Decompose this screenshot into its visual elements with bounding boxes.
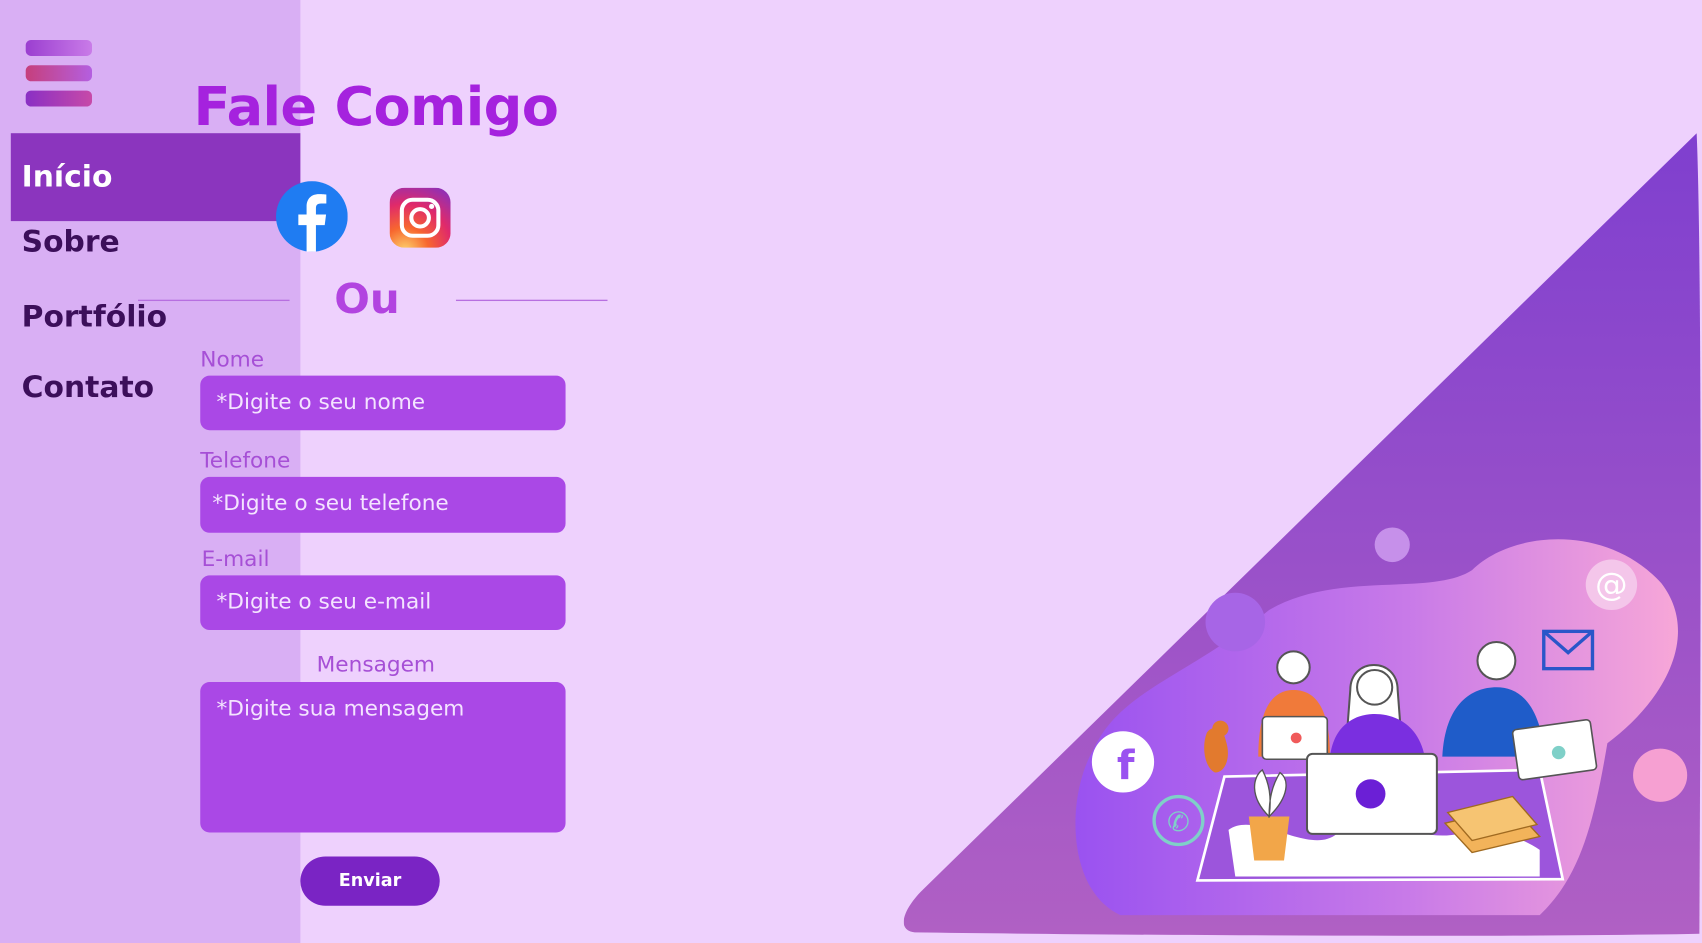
or-label: Ou xyxy=(334,275,400,324)
name-label: Nome xyxy=(200,346,265,372)
email-field[interactable]: *Digite o seu e-mail xyxy=(200,575,566,631)
divider-left xyxy=(138,299,290,302)
message-label: Mensagem xyxy=(316,651,436,677)
email-placeholder: *Digite o seu e-mail xyxy=(216,588,432,615)
bubble xyxy=(1633,748,1688,802)
menu-bar xyxy=(25,90,93,107)
menu-bar xyxy=(25,65,93,82)
svg-text:@: @ xyxy=(1595,566,1627,604)
svg-text:f: f xyxy=(1117,744,1135,790)
name-placeholder: *Digite o seu nome xyxy=(216,388,426,415)
divider-right xyxy=(455,299,608,302)
at-icon: @ xyxy=(1585,559,1638,611)
name-field[interactable]: *Digite o seu nome xyxy=(200,375,566,431)
page-title: Fale Comigo xyxy=(193,77,559,139)
message-field[interactable]: *Digite sua mensagem xyxy=(200,681,566,833)
message-placeholder: *Digite sua mensagem xyxy=(216,695,465,721)
contact-illustration: @ f ✆ xyxy=(903,133,1701,936)
facebook-bubble-icon: f xyxy=(1091,731,1155,793)
bubble xyxy=(1205,592,1266,652)
phone-label: Telefone xyxy=(200,447,291,473)
laptop-logo xyxy=(1355,779,1386,809)
svg-text:✆: ✆ xyxy=(1167,807,1190,838)
phone-placeholder: *Digite o seu telefone xyxy=(212,490,449,516)
phone-field[interactable]: *Digite o seu telefone xyxy=(200,476,566,533)
contact-page: Fale Comigo Início Sobre Portfólio Conta… xyxy=(0,0,1702,943)
facebook-icon[interactable] xyxy=(276,181,348,252)
menu-bar xyxy=(25,39,93,56)
sidebar-item-portfolio[interactable]: Portfólio xyxy=(11,280,301,355)
menu-icon[interactable] xyxy=(25,39,93,109)
instagram-icon[interactable] xyxy=(389,187,451,248)
sidebar-item-sobre[interactable]: Sobre xyxy=(11,205,301,280)
bubble xyxy=(1374,527,1410,563)
send-button[interactable]: Enviar xyxy=(300,856,440,906)
email-label: E-mail xyxy=(201,546,270,572)
